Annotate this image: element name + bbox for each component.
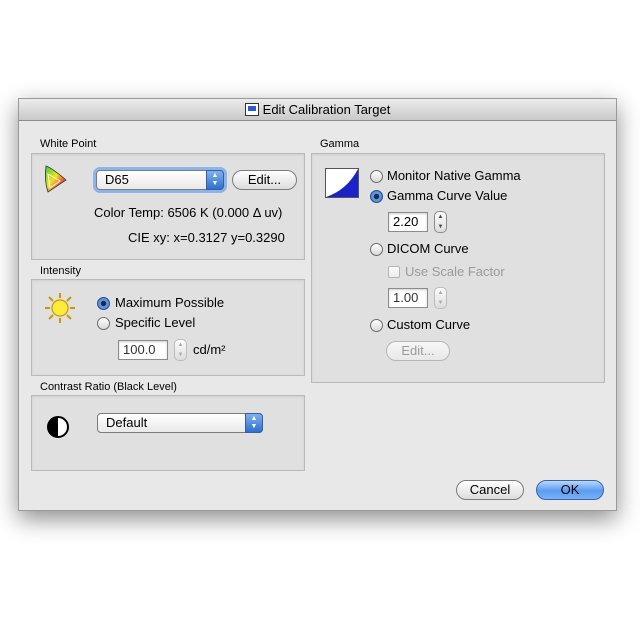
- cie-xy-text: CIE xy: x=0.3127 y=0.3290: [128, 230, 285, 245]
- gamma-value-stepper[interactable]: ▲ ▼: [434, 211, 447, 233]
- intensity-level-field[interactable]: 100.0: [118, 340, 168, 360]
- gamma-value-field[interactable]: 2.20: [388, 212, 428, 232]
- intensity-specific-label: Specific Level: [115, 315, 196, 330]
- sun-icon: [45, 293, 75, 323]
- intensity-group: Maximum Possible Specific Level 100.0 ▲ ▼…: [31, 279, 305, 376]
- gamma-curve-icon: [325, 168, 359, 198]
- intensity-maximum-radio[interactable]: [97, 297, 110, 310]
- intensity-specific-radio[interactable]: [97, 317, 110, 330]
- popup-arrows-icon: ▲ ▼: [206, 170, 224, 190]
- custom-curve-label: Custom Curve: [387, 317, 471, 332]
- intensity-level-stepper[interactable]: ▲ ▼: [174, 339, 187, 361]
- gamma-group: Monitor Native Gamma Gamma Curve Value 2…: [311, 153, 605, 383]
- contrast-group: Default ▲ ▼: [31, 395, 305, 471]
- color-temp-text: Color Temp: 6506 K (0.000 Δ uv): [94, 205, 283, 220]
- scale-factor-stepper[interactable]: ▲ ▼: [434, 287, 447, 309]
- custom-curve-edit-button[interactable]: Edit...: [386, 341, 450, 361]
- white-point-group: D65 ▲ ▼ Edit... Color Temp: 6506 K (0.000…: [31, 153, 305, 260]
- window-title: Edit Calibration Target: [262, 102, 391, 117]
- dicom-curve-radio[interactable]: [370, 243, 383, 256]
- title-bar[interactable]: Edit Calibration Target: [19, 99, 616, 121]
- edit-calibration-target-dialog: Edit Calibration Target White Point D65 …: [18, 98, 617, 511]
- cancel-button[interactable]: Cancel: [456, 480, 524, 500]
- popup-arrows-icon: ▲ ▼: [245, 413, 263, 433]
- intensity-maximum-label: Maximum Possible: [115, 295, 225, 310]
- chromaticity-diagram-icon: [44, 165, 67, 193]
- dicom-curve-label: DICOM Curve: [387, 241, 469, 256]
- contrast-label: Contrast Ratio (Black Level): [40, 381, 177, 393]
- monitor-icon: [244, 103, 259, 116]
- ok-button[interactable]: OK: [536, 480, 604, 500]
- use-scale-factor-checkbox[interactable]: [388, 266, 400, 278]
- contrast-select[interactable]: Default ▲ ▼: [97, 413, 263, 433]
- white-point-label: White Point: [40, 138, 97, 150]
- gamma-curve-value-label: Gamma Curve Value: [387, 188, 508, 203]
- gamma-native-radio[interactable]: [370, 170, 383, 183]
- gamma-label: Gamma: [320, 138, 360, 150]
- intensity-unit-label: cd/m²: [193, 342, 226, 357]
- intensity-label: Intensity: [40, 265, 81, 277]
- white-point-preset-select[interactable]: D65 ▲ ▼: [96, 170, 224, 190]
- scale-factor-field[interactable]: 1.00: [388, 288, 428, 308]
- white-point-preset-value: D65: [105, 172, 129, 187]
- gamma-native-label: Monitor Native Gamma: [387, 168, 521, 183]
- use-scale-factor-label: Use Scale Factor: [405, 264, 505, 279]
- white-point-edit-button[interactable]: Edit...: [232, 170, 297, 190]
- gamma-curve-value-radio[interactable]: [370, 190, 383, 203]
- contrast-value: Default: [106, 415, 148, 430]
- custom-curve-radio[interactable]: [370, 319, 383, 332]
- contrast-icon: [47, 416, 69, 438]
